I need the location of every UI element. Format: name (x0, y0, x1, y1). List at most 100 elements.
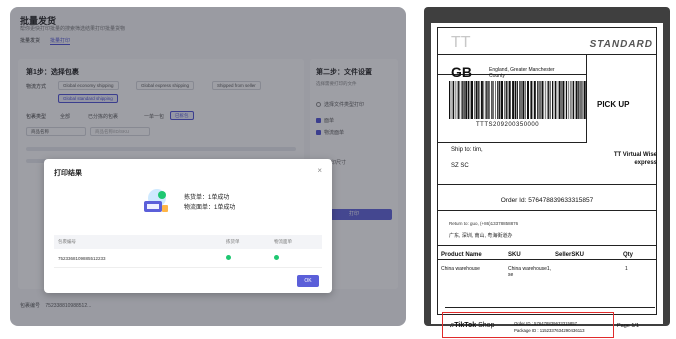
barcode-bar (522, 81, 525, 119)
barcode-bar (463, 81, 465, 119)
barcode-bar (527, 81, 529, 119)
barcode-bar (483, 81, 485, 119)
column-header: 物流面单 (274, 239, 292, 244)
barcode-bar (480, 81, 483, 119)
header-sku: SKU (508, 252, 521, 258)
barcode-bar (558, 81, 561, 119)
barcode-bar (514, 81, 516, 119)
label-preview-panel: TT STANDARD GB England, Greater Manchest… (424, 7, 670, 338)
barcode-bar (455, 81, 457, 119)
item-qty: 1 (625, 266, 628, 272)
barcode-bar (449, 81, 451, 119)
barcode-bar (548, 81, 550, 119)
carrier-name: TT Virtual Wise express (613, 152, 657, 166)
package-id-cell: 7523368109885512233 (54, 249, 222, 268)
barcode-bar (459, 81, 461, 119)
barcode-bar (491, 81, 493, 119)
barcode-icon (449, 81, 587, 119)
barcode-bar (546, 81, 548, 119)
barcode-bar (507, 81, 509, 119)
barcode-bar (504, 81, 505, 119)
ok-button[interactable]: OK (297, 275, 319, 287)
barcode-bar (478, 81, 480, 119)
barcode-bar (493, 81, 494, 119)
barcode-bar (501, 81, 503, 119)
barcode-bar (516, 81, 518, 119)
barcode-bar (521, 81, 522, 119)
label-status-cell (270, 249, 322, 268)
service-level: STANDARD (589, 39, 653, 50)
barcode-bar (550, 81, 551, 119)
header-product-name: Product Name (441, 252, 482, 258)
barcode-bar (519, 81, 521, 119)
barcode-bar (571, 81, 573, 119)
app-screenshot-panel: 批量发货 帮你更快打印批量的搜索筛选结果打印批量货物 批量发货 批量打印 第1步… (10, 7, 406, 326)
column-header: 拣货单 (226, 239, 240, 244)
header-seller-sku: SellerSKU (555, 252, 585, 258)
barcode-bar (578, 81, 580, 119)
barcode-bar (530, 81, 533, 119)
barcode-bar (533, 81, 536, 119)
destination-region: England, Greater Manchester County (489, 67, 555, 79)
barcode-bar (465, 81, 468, 119)
table-row: 7523368109885512233 (54, 249, 322, 268)
pickup-flag: PICK UP (597, 100, 630, 109)
column-header: 包裹编号 (58, 239, 76, 244)
ship-city: SZ SC (451, 163, 469, 169)
barcode-bar (583, 81, 586, 119)
items-divider (437, 245, 657, 246)
return-to: Return to: guo, (+86)13378858876 (449, 221, 519, 226)
return-address: 广东, 深圳, 南山, 粤海街道办 (449, 233, 513, 239)
barcode-bar (540, 81, 541, 119)
barcode-bar (452, 81, 455, 119)
items-header-divider (437, 259, 657, 260)
barcode-bar (539, 81, 540, 119)
barcode-bar (586, 81, 587, 119)
close-icon[interactable]: × (317, 166, 322, 175)
success-dot-icon (274, 255, 279, 260)
barcode-bar (570, 81, 572, 119)
barcode-bar (552, 81, 554, 119)
barcode-bar (485, 81, 487, 119)
success-dot-icon (226, 255, 231, 260)
barcode-bar (471, 81, 473, 119)
barcode-bar (561, 81, 562, 119)
barcode-bar (489, 81, 490, 119)
picklist-result: 拣货单：1单成功 (184, 195, 230, 201)
barcode-bar (537, 81, 539, 119)
barcode-bar (541, 81, 544, 119)
destination-country: GB (451, 64, 472, 80)
tracking-number: TTTS209200350000 (476, 122, 540, 128)
barcode-bar (565, 81, 568, 119)
barcode-bar (525, 81, 526, 119)
label-result: 物流面单：1单成功 (184, 205, 236, 211)
barcode-bar (467, 81, 470, 119)
barcode-bar (475, 81, 478, 119)
barcode-bar (512, 81, 515, 119)
order-id: Order Id: 576478839633315857 (500, 197, 594, 204)
stage: 批量发货 帮你更快打印批量的搜索筛选结果打印批量货物 批量发货 批量打印 第1步… (0, 0, 676, 339)
barcode-bar (497, 81, 499, 119)
barcode-bar (451, 81, 453, 119)
modal-title: 打印结果 (54, 170, 82, 177)
barcode-bar (580, 81, 581, 119)
print-result-modal: 打印结果 × 拣货单：1单成功 物流面单：1单成功 包裹编号 拣货单 物流面单 (44, 159, 332, 293)
barcode-bar (495, 81, 496, 119)
barcode-bar (582, 81, 584, 119)
barcode-bar (487, 81, 489, 119)
table-header-row: 包裹编号 拣货单 物流面单 (54, 235, 322, 249)
barcode-bar (554, 81, 556, 119)
barcode-bar (575, 81, 578, 119)
shipping-label: TT STANDARD GB England, Greater Manchest… (431, 23, 663, 338)
carrier-mark: TT (451, 34, 471, 51)
item-name: China warehouse (441, 266, 480, 272)
barcode-bar (499, 81, 501, 119)
page-indicator: Page 1/1 (617, 323, 640, 329)
barcode-bar (469, 81, 471, 119)
barcode-bar (544, 81, 546, 119)
item-sku: China warehouse1, se (508, 266, 552, 278)
barcode-bar (581, 81, 582, 119)
barcode-bar (562, 81, 565, 119)
barcode-bar (505, 81, 507, 119)
result-table: 包裹编号 拣货单 物流面单 7523368109885512233 (54, 235, 322, 268)
